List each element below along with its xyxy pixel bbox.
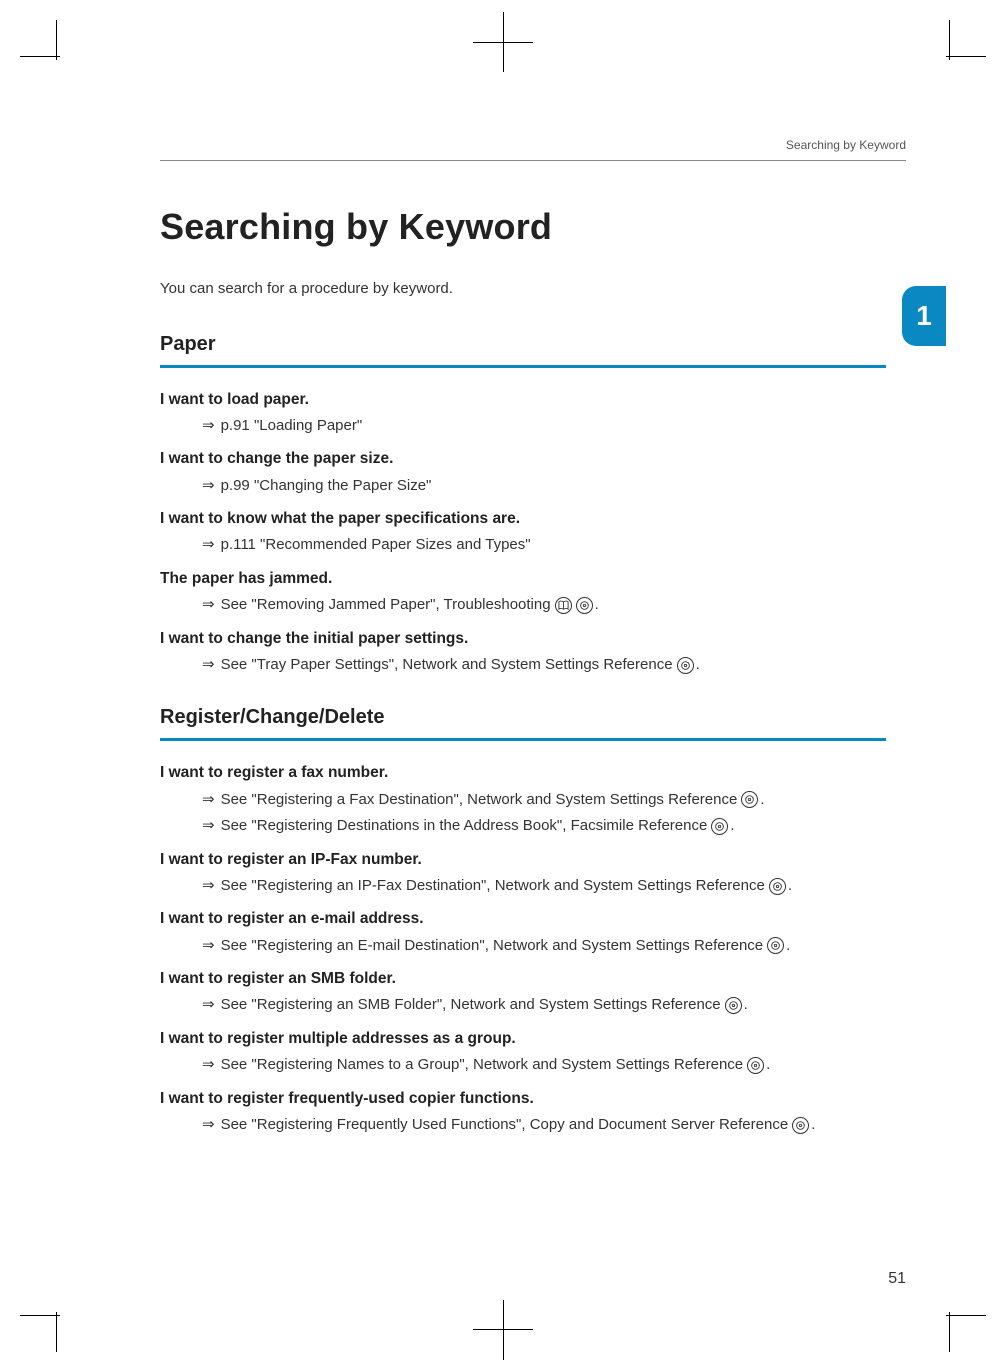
- reference-suffix: .: [788, 875, 792, 898]
- crop-mark: [56, 20, 57, 60]
- reference-text: See "Registering a Fax Destination", Net…: [221, 789, 738, 812]
- section-heading: Register/Change/Delete: [160, 702, 886, 741]
- reference-suffix: .: [744, 994, 748, 1017]
- arrow-icon: ⇒: [202, 789, 215, 812]
- reference-text: See "Registering Names to a Group", Netw…: [221, 1054, 744, 1077]
- section: Paper I want to load paper. ⇒ p.91 "Loading…: [160, 329, 886, 677]
- arrow-icon: ⇒: [202, 815, 215, 838]
- cd-icon: [711, 818, 728, 835]
- arrow-icon: ⇒: [202, 594, 215, 617]
- topic-label: I want to change the initial paper setti…: [160, 627, 886, 650]
- cd-icon: [677, 657, 694, 674]
- crop-mark: [949, 20, 950, 60]
- reference-text: See "Registering an SMB Folder", Network…: [221, 994, 721, 1017]
- crop-mark: [946, 1315, 986, 1316]
- cd-icon: [769, 878, 786, 895]
- running-head: Searching by Keyword: [786, 138, 906, 152]
- reference-text: p.99 "Changing the Paper Size": [221, 475, 432, 498]
- topic-label: I want to register multiple addresses as…: [160, 1027, 886, 1050]
- topic: I want to register frequently-used copie…: [160, 1087, 886, 1137]
- crop-mark: [949, 1312, 950, 1352]
- topic-label: I want to load paper.: [160, 388, 886, 411]
- topic-label: I want to register an IP-Fax number.: [160, 848, 886, 871]
- topic-label: I want to register an e-mail address.: [160, 907, 886, 930]
- reference-line: ⇒ See "Registering Destinations in the Ad…: [202, 815, 886, 838]
- crop-mark: [20, 56, 60, 57]
- page-content: Searching by Keyword You can search for …: [160, 200, 886, 1162]
- topic-label: The paper has jammed.: [160, 567, 886, 590]
- topic: I want to register an IP-Fax number. ⇒ See…: [160, 848, 886, 898]
- reference-text: See "Registering Destinations in the Add…: [221, 815, 708, 838]
- topic: I want to register multiple addresses as…: [160, 1027, 886, 1077]
- reference-line: ⇒ p.91 "Loading Paper": [202, 415, 886, 438]
- reference-line: ⇒ See "Registering Names to a Group", Net…: [202, 1054, 886, 1077]
- cd-icon: [725, 997, 742, 1014]
- arrow-icon: ⇒: [202, 1054, 215, 1077]
- reference-suffix: .: [786, 935, 790, 958]
- reference-line: ⇒ See "Registering an SMB Folder", Networ…: [202, 994, 886, 1017]
- reference-text: See "Registering an IP-Fax Destination",…: [221, 875, 765, 898]
- book-icon: [555, 597, 572, 614]
- reference-text: See "Registering an E-mail Destination",…: [221, 935, 764, 958]
- arrow-icon: ⇒: [202, 1114, 215, 1137]
- topic: The paper has jammed. ⇒ See "Removing Jamm…: [160, 567, 886, 617]
- topic: I want to register an SMB folder. ⇒ See "R…: [160, 967, 886, 1017]
- reference-line: ⇒ See "Registering an E-mail Destination"…: [202, 935, 886, 958]
- reference-text: See "Tray Paper Settings", Network and S…: [221, 654, 673, 677]
- cd-icon: [747, 1057, 764, 1074]
- topic: I want to register a fax number. ⇒ See "Re…: [160, 761, 886, 837]
- arrow-icon: ⇒: [202, 935, 215, 958]
- reference-text: p.111 "Recommended Paper Sizes and Types…: [221, 534, 531, 557]
- section: Register/Change/Delete I want to register…: [160, 702, 886, 1136]
- topic: I want to load paper. ⇒ p.91 "Loading Pape…: [160, 388, 886, 438]
- topic-label: I want to register a fax number.: [160, 761, 886, 784]
- arrow-icon: ⇒: [202, 875, 215, 898]
- arrow-icon: ⇒: [202, 475, 215, 498]
- page-title: Searching by Keyword: [160, 200, 886, 254]
- cd-icon: [741, 791, 758, 808]
- reference-line: ⇒ See "Registering an IP-Fax Destination"…: [202, 875, 886, 898]
- running-head-rule: [160, 160, 906, 161]
- reference-line: ⇒ p.99 "Changing the Paper Size": [202, 475, 886, 498]
- topic: I want to know what the paper specificat…: [160, 507, 886, 557]
- reference-line: ⇒ See "Registering Frequently Used Functi…: [202, 1114, 886, 1137]
- cd-icon: [576, 597, 593, 614]
- reference-line: ⇒ See "Tray Paper Settings", Network and …: [202, 654, 886, 677]
- reference-suffix: .: [760, 789, 764, 812]
- reference-line: ⇒ See "Removing Jammed Paper", Troublesho…: [202, 594, 886, 617]
- crop-mark: [56, 1312, 57, 1352]
- reference-suffix: .: [696, 654, 700, 677]
- arrow-icon: ⇒: [202, 654, 215, 677]
- reference-line: ⇒ See "Registering a Fax Destination", Ne…: [202, 789, 886, 812]
- crop-mark: [20, 1315, 60, 1316]
- arrow-icon: ⇒: [202, 534, 215, 557]
- reference-suffix: .: [811, 1114, 815, 1137]
- topic: I want to register an e-mail address. ⇒ Se…: [160, 907, 886, 957]
- crop-mark: [946, 56, 986, 57]
- reference-text: See "Removing Jammed Paper", Troubleshoo…: [221, 594, 551, 617]
- topic: I want to change the initial paper setti…: [160, 627, 886, 677]
- page-number: 51: [888, 1270, 906, 1288]
- cd-icon: [767, 937, 784, 954]
- reference-line: ⇒ p.111 "Recommended Paper Sizes and Type…: [202, 534, 886, 557]
- cd-icon: [792, 1117, 809, 1134]
- arrow-icon: ⇒: [202, 994, 215, 1017]
- reference-text: See "Registering Frequently Used Functio…: [221, 1114, 789, 1137]
- reference-text: p.91 "Loading Paper": [221, 415, 363, 438]
- topic-label: I want to register frequently-used copie…: [160, 1087, 886, 1110]
- intro-text: You can search for a procedure by keywor…: [160, 278, 886, 301]
- chapter-tab: 1: [902, 286, 946, 346]
- topic-label: I want to change the paper size.: [160, 447, 886, 470]
- reference-suffix: .: [595, 594, 599, 617]
- reference-suffix: .: [766, 1054, 770, 1077]
- reference-suffix: .: [730, 815, 734, 838]
- topic: I want to change the paper size. ⇒ p.99 "C…: [160, 447, 886, 497]
- section-heading: Paper: [160, 329, 886, 368]
- topic-label: I want to know what the paper specificat…: [160, 507, 886, 530]
- topic-label: I want to register an SMB folder.: [160, 967, 886, 990]
- arrow-icon: ⇒: [202, 415, 215, 438]
